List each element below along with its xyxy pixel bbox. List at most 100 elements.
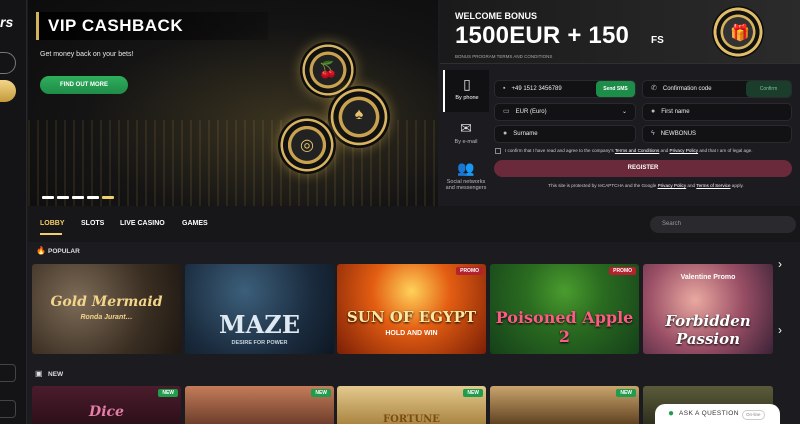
captcha-terms-link[interactable]: Terms of Service [696,183,730,188]
chevron-right-icon[interactable]: › [778,323,782,337]
game-title: SUN OF EGYPT [346,308,477,326]
hero-subtitle: Get money back on your bets! [40,51,134,58]
game-tile[interactable]: NEW [490,386,639,424]
slider-dot[interactable] [72,196,84,199]
tab-live-casino[interactable]: LIVE CASINO [120,220,165,227]
promo-badge: PROMO [456,267,483,275]
game-tile[interactable]: NEW FORTUNE [337,386,486,424]
game-title: MAZE [219,310,300,339]
fire-icon: 🔥 [36,246,46,255]
chat-new-icon: ▣ [35,369,43,378]
site-logo[interactable]: rs [0,14,13,30]
currency-value: EUR (Euro) [515,109,547,115]
tab-games[interactable]: GAMES [182,220,208,227]
game-tile[interactable]: NEW Dice [32,386,181,424]
code-placeholder: Confirmation code [662,86,712,92]
game-subtitle: Ronda Jurant… [80,314,133,321]
surname-input[interactable]: ● Surname [494,125,636,143]
game-tile[interactable]: PROMO Poisoned Apple 2 [490,264,639,354]
rail-icon-button[interactable] [0,364,16,382]
agree-text: I confirm that I have read and agree to … [505,148,795,153]
bonus-amount: 1500EUR + 150 [455,22,630,49]
agree-text-part: I confirm that I have read and agree to … [505,148,615,153]
casino-chip-roulette: ◎ [278,116,336,174]
captcha-text: This site is protected by reCAPTCHA and … [548,183,658,188]
bonus-terms-link[interactable]: BONUS PROGRAM TERMS AND CONDITIONS [455,54,552,59]
rail-icon-button[interactable] [0,400,16,418]
recaptcha-notice: This site is protected by reCAPTCHA and … [546,182,746,189]
game-title: Poisoned Apple 2 [495,308,634,346]
game-tile[interactable]: PROMO SUN OF EGYPT HOLD AND WIN [337,264,486,354]
bonus-label: WELCOME BONUS [455,11,537,21]
game-subtitle: Valentine Promo [680,274,736,281]
bolt-icon: ϟ [651,130,655,137]
game-tile[interactable]: Gold Mermaid Ronda Jurant… [32,264,181,354]
flag-icon: ▪ [503,85,506,92]
registration-tabs: ▯ By phone ✉ By e-mail 👥 Social networks an… [443,70,489,206]
slider-dot[interactable] [57,196,69,199]
game-tile[interactable]: MAZE DESIRE FOR POWER [185,264,334,354]
slider-dot-active[interactable] [102,196,114,199]
tab-social[interactable]: 👥 Social networks and messengers [443,158,489,204]
new-badge: NEW [158,389,178,397]
slider-dot[interactable] [87,196,99,199]
tab-lobby[interactable]: LOBBY [40,220,65,227]
currency-select[interactable]: ▭ EUR (Euro) ⌄ [494,103,636,121]
game-tile[interactable]: NEW [185,386,334,424]
search-input[interactable]: Search [650,216,796,233]
chevron-down-icon: ⌄ [621,109,627,115]
tab-slots[interactable]: SLOTS [81,220,104,227]
people-icon: 👥 [457,160,475,176]
privacy-link[interactable]: Privacy Policy [670,148,699,153]
game-subtitle: HOLD AND WIN [385,330,438,337]
send-sms-button[interactable]: Send SMS [596,81,635,97]
hero-title: VIP CASHBACK [48,16,184,35]
tab-label: By e-mail [454,139,478,145]
new-badge: NEW [311,389,331,397]
envelope-icon: ✉ [460,120,472,136]
game-title: FORTUNE [383,414,440,424]
section-popular: POPULAR [48,248,80,255]
chat-bubble-icon: ● [668,408,675,419]
confirm-button[interactable]: Confirm [746,81,791,97]
promo-code-input[interactable]: ϟ NEWBONUS [642,125,792,143]
section-new: NEW [48,371,64,378]
terms-link[interactable]: Terms and Conditions [615,148,659,153]
money-icon: ▭ [503,108,510,115]
agree-text-part: and that I am of legal age. [698,148,753,153]
phone-value: +49 1512 3456789 [511,86,562,92]
first-name-placeholder: First name [661,109,690,115]
agree-checkbox[interactable] [495,148,501,154]
chevron-right-icon[interactable]: › [778,257,782,271]
surname-placeholder: Surname [513,131,538,137]
new-badge: NEW [463,389,483,397]
tab-by-phone[interactable]: ▯ By phone [443,70,489,112]
casino-chip-cards: ♠ [328,86,390,148]
promo-value: NEWBONUS [660,131,697,137]
slider-dots[interactable] [42,186,117,204]
promo-badge: PROMO [609,267,636,275]
tab-by-email[interactable]: ✉ By e-mail [443,116,489,154]
game-title: Forbidden Passion [665,312,751,348]
game-subtitle: DESIRE FOR POWER [231,340,288,346]
captcha-privacy-link[interactable]: Privacy Policy [658,183,687,188]
slider-dot[interactable] [42,196,54,199]
agree-text-part: and [659,148,670,153]
hero-banner[interactable]: VIP CASHBACK Get money back on your bets… [28,0,438,206]
bonus-fs: FS [651,35,664,46]
gift-icon: 🎁 [730,25,750,42]
tab-label: By phone [455,95,479,101]
captcha-text: and [686,183,697,188]
game-title: Gold Mermaid [50,294,163,310]
tab-label: Social networks and messengers [445,179,487,191]
game-tile[interactable]: Valentine Promo Forbidden Passion [643,264,773,354]
phone-icon: ▯ [463,76,471,92]
captcha-text: apply. [730,183,744,188]
game-title: Dice [89,404,124,420]
register-button[interactable]: REGISTER [494,160,792,177]
find-out-more-button[interactable]: FIND OUT MORE [40,76,128,94]
phone-icon: ✆ [651,85,657,92]
first-name-input[interactable]: ● First name [642,103,792,121]
user-icon: ● [651,108,656,115]
new-badge: NEW [616,389,636,397]
